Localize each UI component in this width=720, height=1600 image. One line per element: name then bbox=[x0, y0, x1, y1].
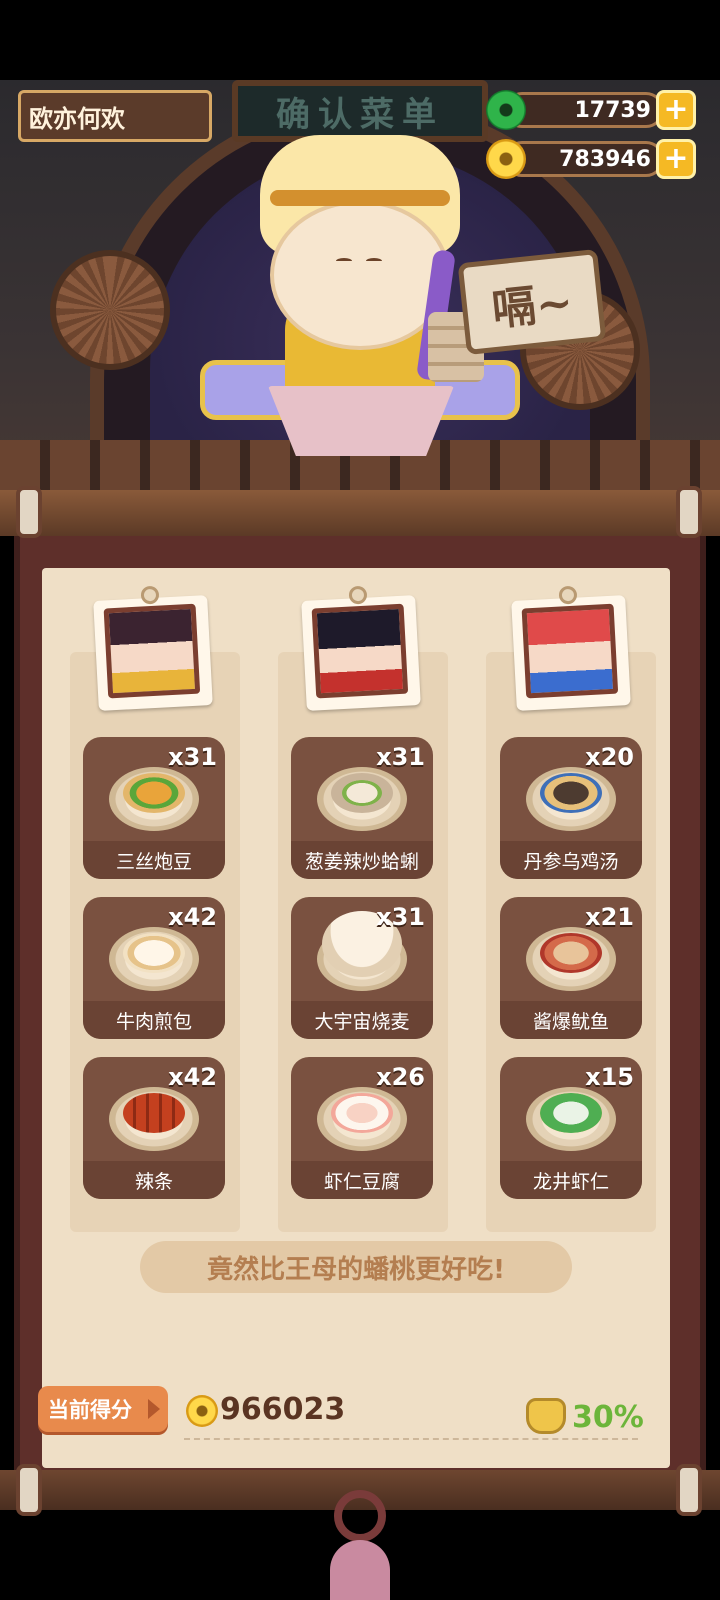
dish-count: x20 bbox=[585, 743, 634, 771]
score-label-text: 当前得分 bbox=[48, 1398, 132, 1422]
dish-food-icon bbox=[123, 773, 185, 813]
rod-end-right bbox=[676, 486, 702, 538]
dish-food-icon bbox=[331, 773, 393, 813]
eye-left bbox=[336, 258, 352, 264]
current-score-label: 当前得分 bbox=[38, 1386, 168, 1432]
jade-currency: 17739 + bbox=[486, 90, 696, 130]
dish-name: 酱爆鱿鱼 bbox=[500, 1001, 642, 1039]
knot-ring bbox=[334, 1490, 386, 1542]
dish-food-icon bbox=[123, 933, 185, 973]
knot-tassel bbox=[330, 1540, 390, 1600]
dish-count: x26 bbox=[376, 1063, 425, 1091]
dish-card[interactable]: x20 丹参乌鸡汤 bbox=[500, 737, 642, 879]
chinese-knot-icon bbox=[320, 1490, 400, 1600]
customer-avatar bbox=[311, 603, 409, 699]
jade-icon bbox=[486, 90, 526, 130]
dish-name: 虾仁豆腐 bbox=[291, 1161, 433, 1199]
table-cloth bbox=[268, 386, 454, 456]
dish-name: 牛肉煎包 bbox=[83, 1001, 225, 1039]
customer-portrait[interactable] bbox=[511, 585, 631, 711]
money-bag-icon bbox=[526, 1398, 566, 1434]
golden-headband-icon bbox=[270, 190, 450, 206]
customer-portrait[interactable] bbox=[93, 585, 213, 711]
dish-food-icon bbox=[331, 1093, 393, 1133]
plaque-text: 确认菜单 bbox=[276, 94, 444, 135]
dish-card[interactable]: x31 三丝炮豆 bbox=[83, 737, 225, 879]
dish-card[interactable]: x26 虾仁豆腐 bbox=[291, 1057, 433, 1199]
dish-food-icon bbox=[123, 1093, 185, 1133]
rod-end-left bbox=[16, 1464, 42, 1516]
dish-count: x31 bbox=[376, 743, 425, 771]
customer-avatar bbox=[103, 603, 201, 699]
dish-count: x15 bbox=[585, 1063, 634, 1091]
add-jade-button[interactable]: + bbox=[656, 90, 696, 130]
dish-card[interactable]: x42 辣条 bbox=[83, 1057, 225, 1199]
score-value: 966023 bbox=[220, 1392, 346, 1427]
dish-count: x42 bbox=[168, 1063, 217, 1091]
dish-name: 大宇宙烧麦 bbox=[291, 1001, 433, 1039]
dish-name: 辣条 bbox=[83, 1161, 225, 1199]
dish-card[interactable]: x15 龙井虾仁 bbox=[500, 1057, 642, 1199]
jade-amount: 17739 bbox=[504, 92, 664, 128]
dish-card[interactable]: x42 牛肉煎包 bbox=[83, 897, 225, 1039]
add-coin-button[interactable]: + bbox=[656, 139, 696, 179]
divider bbox=[184, 1438, 638, 1440]
pin-icon bbox=[348, 585, 368, 605]
fan-left-icon bbox=[50, 250, 170, 370]
speech-text: 嗝~ bbox=[489, 276, 576, 337]
dish-card[interactable]: x31 葱姜辣炒蛤蜊 bbox=[291, 737, 433, 879]
dish-food-icon bbox=[540, 1093, 602, 1133]
pin-icon bbox=[558, 585, 578, 605]
menu-plaque: 确认菜单 bbox=[232, 80, 488, 142]
coin-currency: 783946 + bbox=[486, 139, 696, 179]
dish-food-icon bbox=[540, 933, 602, 973]
coin-amount: 783946 bbox=[504, 141, 664, 177]
rod-end-left bbox=[16, 486, 42, 538]
status-bar bbox=[0, 0, 720, 80]
dish-count: x31 bbox=[376, 903, 425, 931]
scroll-rod-top bbox=[0, 490, 720, 536]
customer-portrait[interactable] bbox=[301, 585, 421, 711]
burp-speech-bubble: 嗝~ bbox=[457, 248, 607, 356]
dish-count: x21 bbox=[585, 903, 634, 931]
dish-name: 龙井虾仁 bbox=[500, 1161, 642, 1199]
customer-avatar bbox=[521, 603, 619, 699]
dish-name: 三丝炮豆 bbox=[83, 841, 225, 879]
dish-count: x42 bbox=[168, 903, 217, 931]
pin-icon bbox=[140, 585, 160, 605]
dish-food-icon bbox=[540, 773, 602, 813]
eye-right bbox=[366, 258, 382, 264]
dish-card[interactable]: x31 大宇宙烧麦 bbox=[291, 897, 433, 1039]
arrow-right-icon bbox=[148, 1399, 160, 1419]
rod-end-right bbox=[676, 1464, 702, 1516]
dish-name: 葱姜辣炒蛤蜊 bbox=[291, 841, 433, 879]
coin-icon bbox=[486, 139, 526, 179]
bonus-percent: 30% bbox=[572, 1400, 644, 1435]
dish-name: 丹参乌鸡汤 bbox=[500, 841, 642, 879]
coin-icon bbox=[186, 1395, 218, 1427]
dish-card[interactable]: x21 酱爆鱿鱼 bbox=[500, 897, 642, 1039]
player-name[interactable]: 欧亦何欢 bbox=[18, 90, 212, 142]
customer-comment: 竟然比王母的蟠桃更好吃! bbox=[140, 1241, 572, 1293]
dish-count: x31 bbox=[168, 743, 217, 771]
